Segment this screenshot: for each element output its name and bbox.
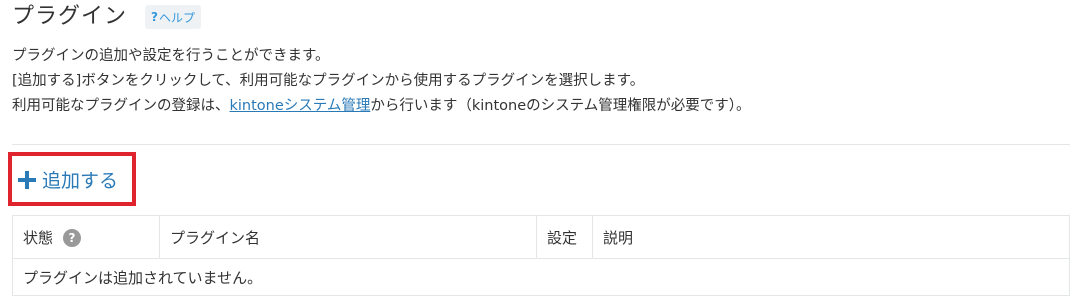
plus-icon xyxy=(18,170,36,189)
table-row-empty: プラグインは追加されていません。 xyxy=(12,258,1070,296)
description-line-1: プラグインの追加や設定を行うことができます。 xyxy=(12,48,330,64)
help-icon: ? xyxy=(151,10,158,24)
help-label: ヘルプ xyxy=(158,10,195,25)
table-header-row: 状態? プラグイン名 設定 説明 xyxy=(12,215,1070,259)
add-plugin-label: 追加する xyxy=(42,170,119,192)
description-line-2: [追加する]ボタンをクリックして、利用可能なプラグインから使用するプラグインを選… xyxy=(12,73,645,89)
column-header-status: 状態? xyxy=(12,215,160,259)
help-button[interactable]: ? ヘルプ xyxy=(145,5,201,29)
description-line-3-prefix: 利用可能なプラグインの登録は、 xyxy=(12,98,230,114)
page-title: プラグイン xyxy=(12,4,128,29)
add-plugin-button[interactable]: 追加する xyxy=(18,166,118,193)
description-line-3-suffix: から行います（kintoneのシステム管理権限が必要です）。 xyxy=(370,98,751,114)
column-header-setting: 設定 xyxy=(536,215,593,259)
empty-message: プラグインは追加されていません。 xyxy=(12,258,1070,296)
kintone-system-admin-link[interactable]: kintoneシステム管理 xyxy=(230,98,371,114)
column-header-plugin-name: プラグイン名 xyxy=(159,215,537,259)
description-line-3: 利用可能なプラグインの登録は、kintoneシステム管理から行います（kinto… xyxy=(12,94,750,119)
page-description: プラグインの追加や設定を行うことができます。 [追加する]ボタンをクリックして、… xyxy=(12,44,750,119)
plugin-table: 状態? プラグイン名 設定 説明 プラグインは追加されていません。 xyxy=(12,215,1070,296)
page-header: プラグイン ? ヘルプ xyxy=(12,0,201,34)
column-header-status-label: 状態 xyxy=(23,228,54,247)
column-header-description: 説明 xyxy=(592,215,1070,259)
status-help-icon[interactable]: ? xyxy=(63,229,82,247)
divider xyxy=(12,144,1070,145)
